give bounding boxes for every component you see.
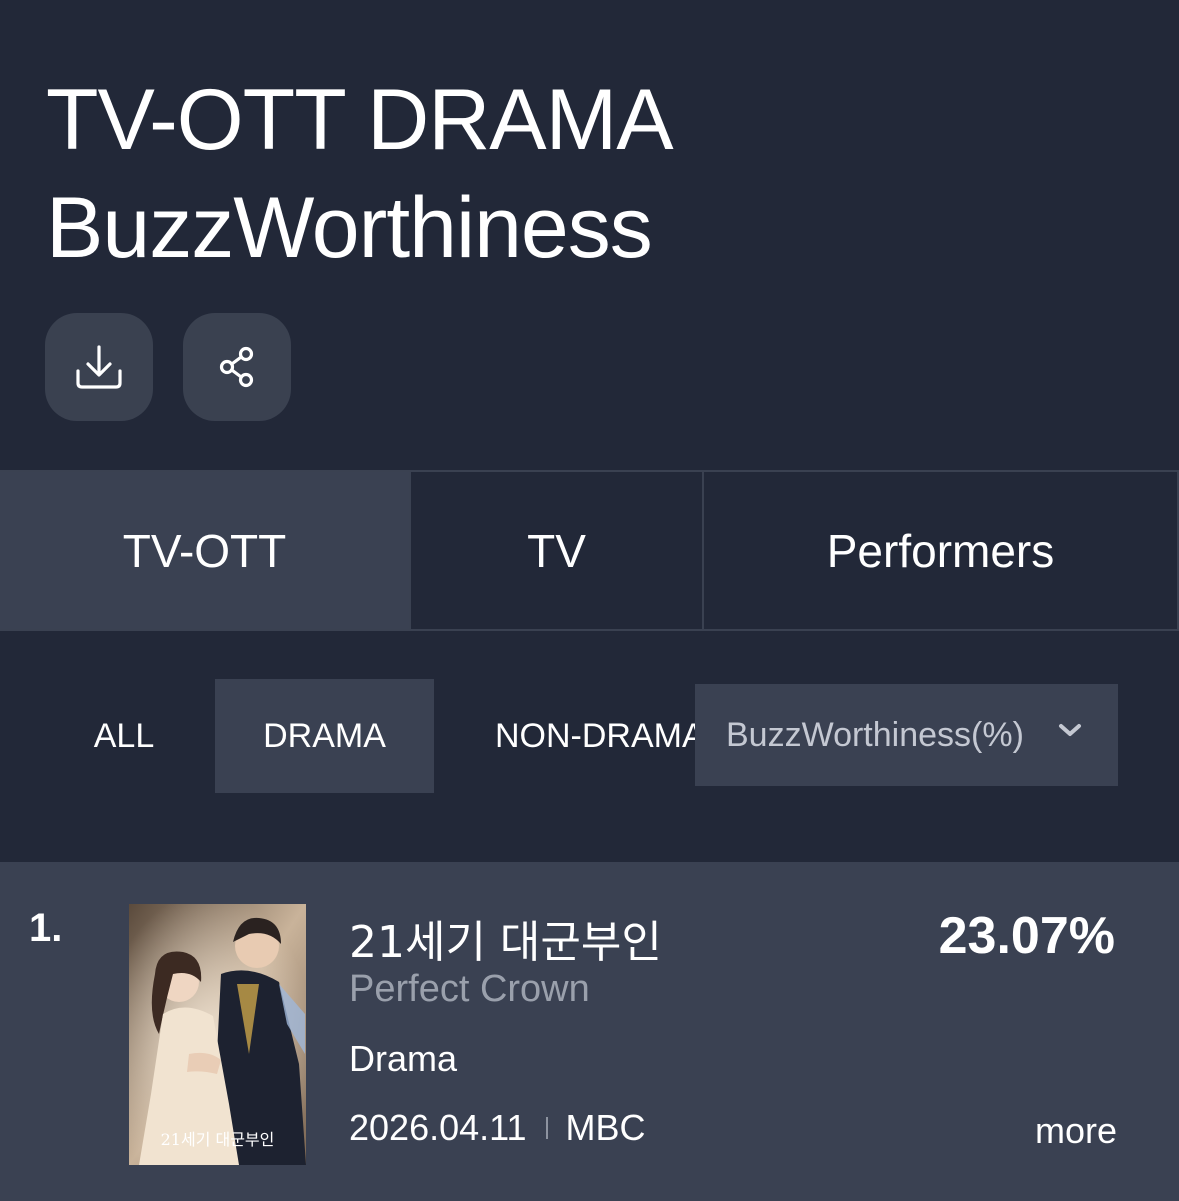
share-button[interactable]: [183, 313, 291, 421]
filter-row: ALL DRAMA NON-DRAMA BuzzWorthiness(%): [0, 631, 1179, 862]
network: MBC: [565, 1107, 646, 1148]
share-icon: [219, 346, 254, 388]
chevron-down-icon: [1059, 724, 1081, 736]
tab-tv[interactable]: TV: [409, 470, 702, 629]
page-title-line2: BuzzWorthiness: [46, 180, 653, 276]
drama-genre: Drama: [349, 1038, 458, 1079]
metric-select[interactable]: BuzzWorthiness(%): [695, 684, 1118, 786]
more-link[interactable]: more: [1035, 1110, 1117, 1152]
main-tabs: TV-OTT TV Performers: [0, 470, 1179, 631]
poster-title: 21세기 대군부인: [160, 1130, 275, 1149]
header: TV-OTT DRAMA BuzzWorthiness: [0, 0, 1179, 470]
filter-drama[interactable]: DRAMA: [215, 679, 434, 793]
buzz-score: 23.07%: [938, 907, 1115, 965]
page-title-line1: TV-OTT DRAMA: [46, 72, 674, 168]
drama-poster[interactable]: 21세기 대군부인: [129, 904, 306, 1165]
drama-title-korean[interactable]: 21세기 대군부인: [349, 906, 662, 970]
meta-divider: [545, 1117, 548, 1139]
drama-title-english: Perfect Crown: [349, 968, 590, 1010]
filter-all[interactable]: ALL: [60, 679, 188, 793]
download-button[interactable]: [45, 313, 153, 421]
filter-non-drama[interactable]: NON-DRAMA: [468, 679, 696, 793]
tab-tv-ott[interactable]: TV-OTT: [0, 470, 409, 629]
air-date: 2026.04.11: [349, 1107, 527, 1148]
download-icon: [76, 345, 122, 389]
tab-performers[interactable]: Performers: [702, 470, 1179, 629]
drama-meta: 2026.04.11 MBC: [349, 1107, 646, 1149]
page-title: TV-OTT DRAMA BuzzWorthiness: [46, 66, 674, 282]
metric-select-value: BuzzWorthiness(%): [726, 715, 1024, 754]
rank-number: 1.: [29, 906, 63, 950]
page: TV-OTT DRAMA BuzzWorthiness TV-OTT TV Pe…: [0, 0, 1179, 1201]
